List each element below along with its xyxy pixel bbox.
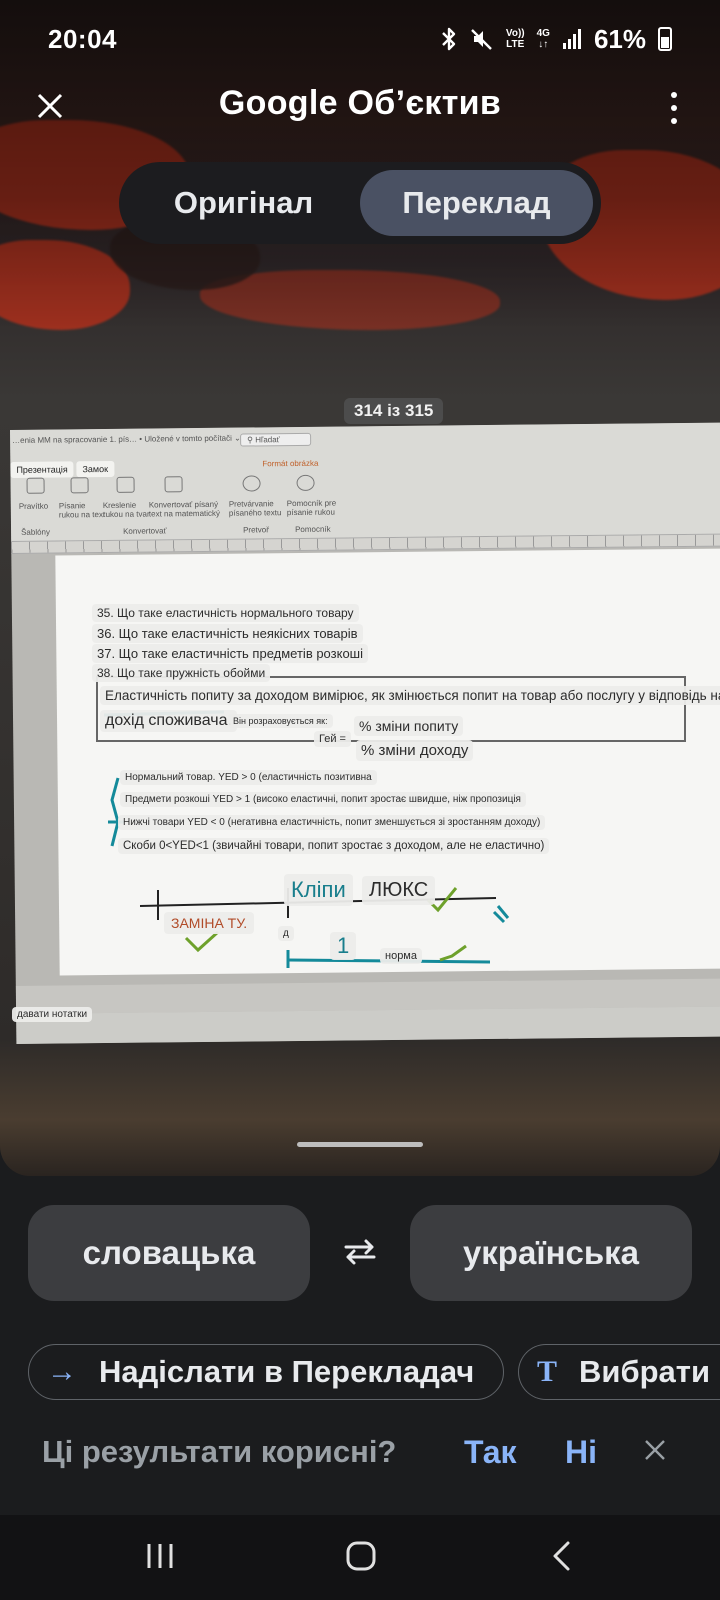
volte-indicator: Vo)) LTE — [505, 28, 525, 50]
notes-label: давати нотатки — [12, 1007, 93, 1022]
network-type-indicator: 4G ↓↑ — [536, 28, 550, 50]
camera-viewfinder: …enia MM na spracovanie 1. pís… • Uložen… — [0, 0, 720, 1176]
source-language-button[interactable]: словацька — [28, 1205, 310, 1301]
swap-icon — [344, 1239, 376, 1265]
feedback-dismiss-button[interactable] — [644, 1432, 666, 1469]
bluetooth-icon — [442, 27, 456, 51]
formula-denominator: % зміни доходу — [356, 740, 474, 761]
target-language-button[interactable]: українська — [410, 1205, 692, 1301]
page-counter: 314 із 315 — [344, 398, 444, 424]
diagram-label: Кліпи — [284, 874, 353, 906]
formula-label: Гей = — [314, 731, 351, 747]
back-icon — [553, 1541, 570, 1571]
diagram-label: 1 — [330, 932, 357, 960]
translated-definition: Еластичність попиту за доходом вимірює, … — [100, 686, 720, 705]
status-icons: Vo)) LTE 4G ↓↑ 61% — [440, 22, 672, 56]
bullet-item: Предмети розкоші YED > 1 (високо еластич… — [120, 792, 526, 807]
drag-handle[interactable] — [297, 1142, 423, 1147]
arrow-right-icon: → — [47, 1355, 77, 1388]
formula-numerator: % зміни попиту — [354, 716, 464, 736]
close-icon — [645, 1440, 665, 1460]
bullet-item: Нижчі товари YED < 0 (негативна еластичн… — [118, 815, 546, 830]
feedback-yes-button[interactable]: Так — [464, 1434, 517, 1471]
battery-icon — [658, 27, 672, 51]
translated-line: 36. Що таке еластичність неякісних товар… — [92, 624, 363, 643]
tab-original[interactable]: Оригінал — [127, 170, 360, 236]
swap-languages-button[interactable] — [336, 1232, 384, 1272]
feedback-question: Ці результати корисні? — [42, 1434, 397, 1469]
diagram-label: ЗАМІНА ТУ. — [164, 912, 255, 934]
signal-icon — [562, 29, 581, 49]
send-to-translate-button[interactable]: → Надіслати в Перекладач — [28, 1344, 504, 1400]
select-text-button[interactable]: T Вибрати — [518, 1344, 720, 1400]
recents-button[interactable] — [146, 1540, 174, 1580]
home-button[interactable] — [345, 1540, 377, 1580]
more-options-button[interactable] — [664, 88, 684, 128]
clock: 20:04 — [48, 23, 117, 54]
text-select-icon: T — [537, 1355, 558, 1388]
feedback-no-button[interactable]: Ні — [565, 1434, 597, 1471]
more-vert-icon — [671, 92, 677, 98]
diagram-label: норма — [380, 948, 422, 964]
home-icon — [346, 1541, 376, 1571]
diagram-label: д — [278, 926, 294, 941]
diagram-label: ЛЮКС — [362, 876, 436, 905]
bullet-item: Скоби 0<YED<1 (звичайні товари, попит зр… — [118, 838, 550, 854]
mute-icon — [471, 29, 492, 50]
recents-icon — [147, 1544, 173, 1568]
back-button[interactable] — [550, 1540, 572, 1580]
app-title: Google Об’єктив — [218, 84, 502, 122]
translated-line: 35. Що таке еластичність нормального тов… — [92, 604, 359, 622]
battery-percentage: 61% — [593, 24, 646, 54]
bullet-item: Нормальний товар. YED > 0 (еластичність … — [120, 770, 377, 785]
translated-line: 37. Що таке еластичність предметів розко… — [92, 644, 368, 663]
translated-line: 38. Що таке пружність обойми — [92, 664, 271, 682]
send-to-translate-label: Надіслати в Перекладач — [99, 1354, 475, 1389]
mode-toggle: Оригінал Переклад — [119, 162, 601, 244]
translated-note: Він розраховується як: — [228, 714, 333, 728]
tab-translate[interactable]: Переклад — [360, 170, 593, 236]
translated-definition-cont: дохід споживача. — [100, 710, 237, 732]
select-text-label: Вибрати — [579, 1354, 711, 1389]
